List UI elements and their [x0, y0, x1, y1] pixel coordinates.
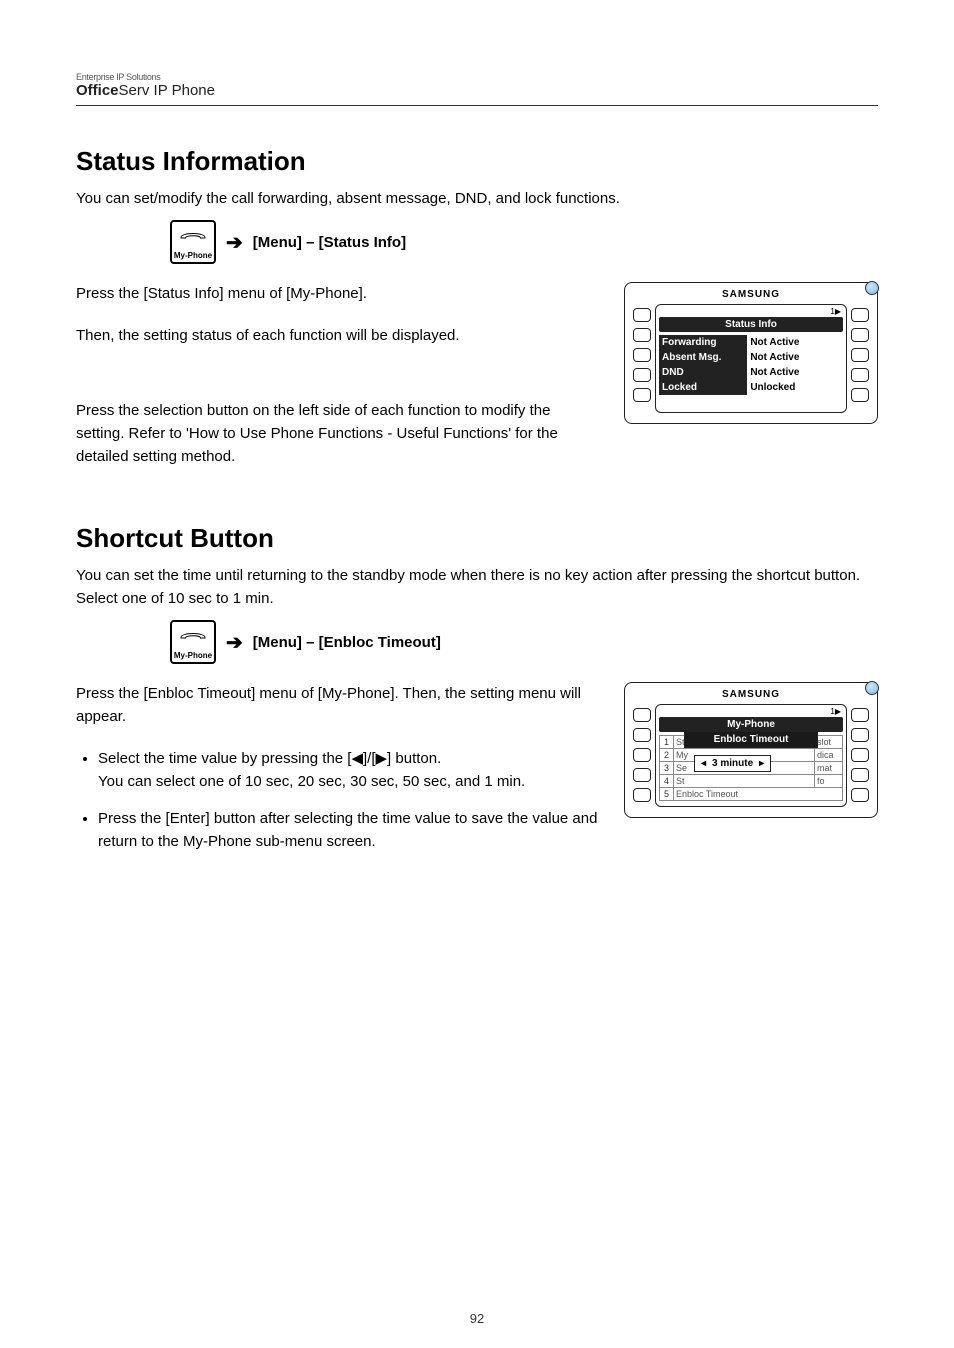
softkey[interactable] — [633, 728, 651, 742]
popup-title: Enbloc Timeout — [684, 731, 818, 748]
softkey[interactable] — [851, 368, 869, 382]
arrow-icon: ➔ — [226, 630, 243, 655]
status-table: Forwarding Not Active Absent Msg. Not Ac… — [659, 335, 843, 407]
status-label: Absent Msg. — [659, 350, 747, 365]
lcd-title: Status Info — [659, 317, 843, 332]
chevron-right-icon[interactable]: ▸ — [759, 758, 764, 769]
myphone-icon-label: My-Phone — [174, 651, 212, 662]
nav-menu-code: [Menu] – [Status Info] — [253, 234, 406, 251]
phone-brand: SAMSUNG — [633, 289, 869, 300]
status-row: DND Not Active — [659, 365, 843, 380]
myphone-icon-label: My-Phone — [174, 251, 212, 262]
step1-line1: Press the [Status Info] menu of [My-Phon… — [76, 282, 600, 305]
status-value: Not Active — [747, 350, 843, 365]
list-row: 4Stfo — [660, 775, 843, 788]
softkey[interactable] — [633, 788, 651, 802]
softkeys-right — [851, 304, 869, 413]
bullet1-b: You can select one of 10 sec, 20 sec, 30… — [98, 773, 525, 790]
status-row: Absent Msg. Not Active — [659, 350, 843, 365]
softkey[interactable] — [851, 728, 869, 742]
status-value: Not Active — [747, 365, 843, 380]
bullet1-a: Select the time value by pressing the [◀… — [98, 750, 441, 767]
myphone-icon: My-Phone — [170, 220, 216, 264]
softkey[interactable] — [851, 388, 869, 402]
lcd-screen: 1▶ My-Phone 1Stslot 2Mydica 3Semat 4Stfo… — [655, 704, 847, 807]
softkey[interactable] — [851, 348, 869, 362]
phone-brand: SAMSUNG — [633, 689, 869, 700]
page-number: 92 — [0, 1311, 954, 1326]
bullet-item: Select the time value by pressing the [◀… — [98, 747, 600, 794]
popup-value: 3 minute — [712, 758, 753, 769]
brand-small: Enterprise IP Solutions — [76, 72, 878, 82]
step-text-block: Press the [Status Info] menu of [My-Phon… — [76, 282, 600, 486]
softkeys-left — [633, 304, 651, 413]
nav-path: My-Phone ➔ [Menu] – [Status Info] — [170, 220, 878, 264]
step1: Press the [Enbloc Timeout] menu of [My-P… — [76, 682, 600, 729]
step-text-block: Press the [Enbloc Timeout] menu of [My-P… — [76, 682, 600, 868]
softkey[interactable] — [851, 788, 869, 802]
brand-rest: Serv IP Phone — [119, 82, 215, 99]
status-row: Forwarding Not Active — [659, 335, 843, 350]
page-header: Enterprise IP Solutions OfficeServ IP Ph… — [76, 72, 878, 106]
nav-menu-code: [Menu] – [Enbloc Timeout] — [253, 634, 441, 651]
softkey[interactable] — [851, 768, 869, 782]
lcd-title: My-Phone — [659, 717, 843, 732]
bullet-item: Press the [Enter] button after selecting… — [98, 807, 600, 854]
lcd-flag: 1▶ — [659, 707, 843, 717]
softkey[interactable] — [633, 768, 651, 782]
section-title: Shortcut Button — [76, 523, 878, 554]
softkey[interactable] — [851, 328, 869, 342]
status-label: DND — [659, 365, 747, 380]
chevron-left-icon[interactable]: ◂ — [701, 758, 706, 769]
status-label: Forwarding — [659, 335, 747, 350]
softkey[interactable] — [633, 308, 651, 322]
softkey[interactable] — [633, 328, 651, 342]
softkey[interactable] — [633, 708, 651, 722]
myphone-icon: My-Phone — [170, 620, 216, 664]
nav-path: My-Phone ➔ [Menu] – [Enbloc Timeout] — [170, 620, 878, 664]
led-icon — [865, 681, 879, 695]
list-row: 5Enbloc Timeout — [660, 788, 843, 801]
softkey[interactable] — [633, 748, 651, 762]
status-value: Unlocked — [747, 380, 843, 395]
status-row: Locked Unlocked — [659, 380, 843, 395]
section-status-info: Status Information You can set/modify th… — [76, 146, 878, 487]
status-label: Locked — [659, 380, 747, 395]
led-icon — [865, 281, 879, 295]
section-shortcut: Shortcut Button You can set the time unt… — [76, 523, 878, 868]
section-title: Status Information — [76, 146, 878, 177]
softkey[interactable] — [633, 388, 651, 402]
lcd-screen: 1▶ Status Info Forwarding Not Active Abs… — [655, 304, 847, 413]
section-intro: You can set/modify the call forwarding, … — [76, 187, 878, 210]
softkey[interactable] — [633, 368, 651, 382]
brand-prefix: Office — [76, 82, 119, 99]
step1-line2: Then, the setting status of each functio… — [76, 324, 600, 347]
softkey[interactable] — [851, 308, 869, 322]
lcd-flag: 1▶ — [659, 307, 843, 317]
phone-mock-status: SAMSUNG 1▶ Status Info — [624, 282, 878, 424]
section-intro: You can set the time until returning to … — [76, 564, 878, 611]
bullet-list: Select the time value by pressing the [◀… — [76, 747, 600, 854]
softkey[interactable] — [851, 748, 869, 762]
softkey[interactable] — [851, 708, 869, 722]
arrow-icon: ➔ — [226, 230, 243, 255]
popup-value-selector[interactable]: ◂ 3 minute ▸ — [694, 755, 771, 772]
brand-big: OfficeServ IP Phone — [76, 82, 878, 99]
status-value: Not Active — [747, 335, 843, 350]
softkeys-left — [633, 704, 651, 807]
phone-mock-enbloc: SAMSUNG 1▶ My-Phone — [624, 682, 878, 818]
softkey[interactable] — [633, 348, 651, 362]
softkeys-right — [851, 704, 869, 807]
step2-line: Press the selection button on the left s… — [76, 399, 600, 469]
